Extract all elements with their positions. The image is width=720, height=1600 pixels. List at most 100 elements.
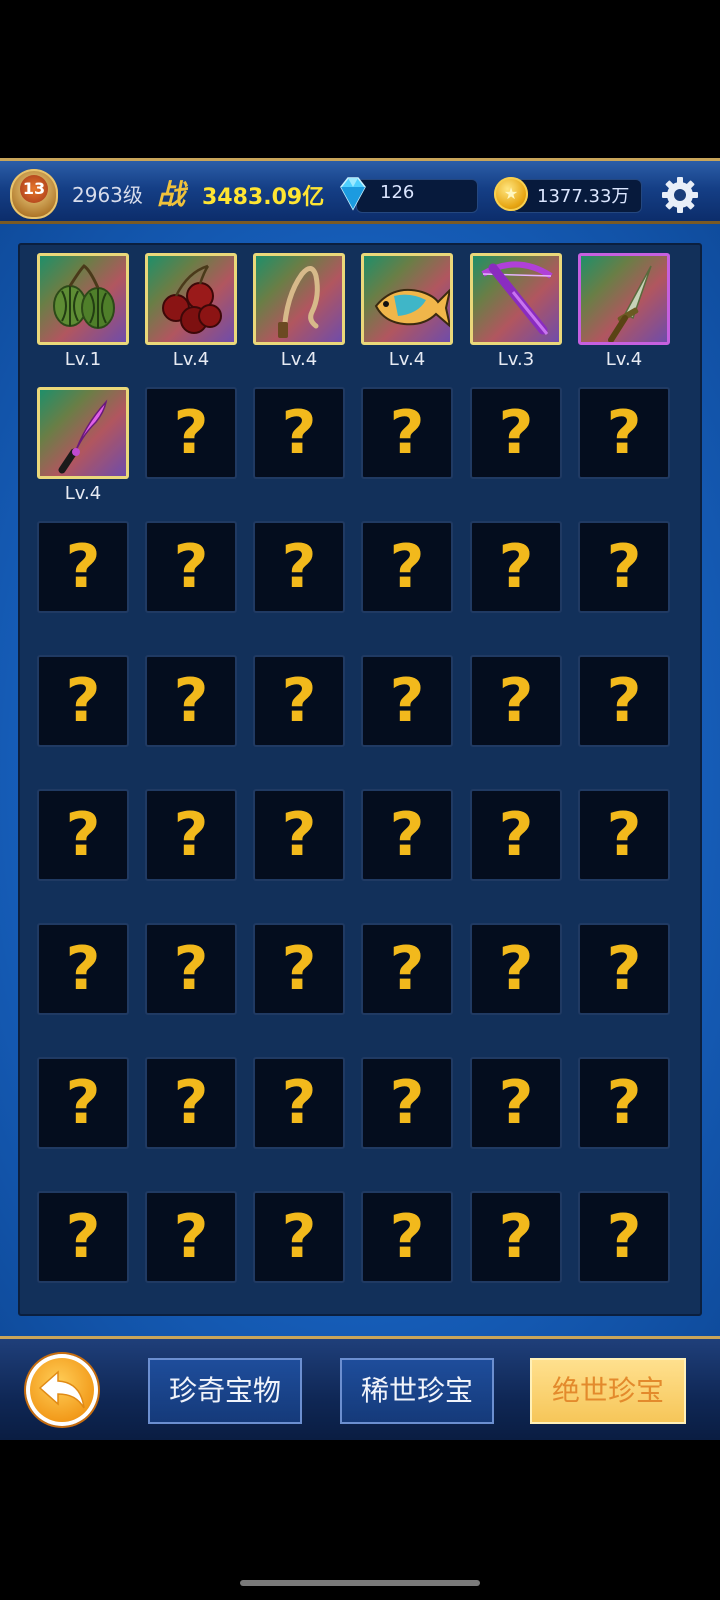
question-mark-icon: ?	[498, 934, 534, 1004]
collection-item-slot[interactable]	[253, 253, 345, 345]
tab-peerless-treasures[interactable]: 绝世珍宝	[530, 1358, 686, 1424]
locked-item-slot[interactable]: ?	[253, 923, 345, 1015]
gem-counter[interactable]	[356, 179, 478, 213]
locked-item-slot[interactable]: ?	[145, 1191, 237, 1283]
question-mark-icon: ?	[173, 398, 209, 468]
locked-item-slot[interactable]: ?	[578, 655, 670, 747]
item-level-label: Lv.4	[64, 483, 102, 504]
gold-coin-icon: ★	[494, 177, 528, 211]
question-mark-icon: ?	[173, 800, 209, 870]
player-level: 2963级	[72, 183, 143, 207]
cherries-icon	[162, 264, 222, 334]
collection-item-slot[interactable]	[37, 253, 129, 345]
item-level-label: Lv.4	[605, 349, 643, 370]
locked-item-slot[interactable]: ?	[361, 387, 453, 479]
locked-item-slot[interactable]: ?	[37, 789, 129, 881]
rank-badge[interactable]: 13	[6, 167, 62, 221]
curved-knife-icon	[58, 399, 108, 474]
locked-item-slot[interactable]: ?	[578, 1057, 670, 1149]
question-mark-icon: ?	[65, 1202, 101, 1272]
question-mark-icon: ?	[606, 532, 642, 602]
question-mark-icon: ?	[498, 1202, 534, 1272]
coin-count: 1377.33万	[537, 186, 630, 207]
collection-item-slot[interactable]	[470, 253, 562, 345]
locked-item-slot[interactable]: ?	[253, 521, 345, 613]
locked-item-slot[interactable]: ?	[145, 789, 237, 881]
back-arrow-icon	[38, 1370, 85, 1409]
question-mark-icon: ?	[498, 398, 534, 468]
locked-item-slot[interactable]: ?	[361, 655, 453, 747]
locked-item-slot[interactable]: ?	[37, 655, 129, 747]
collection-item-slot[interactable]	[145, 253, 237, 345]
question-mark-icon: ?	[173, 1202, 209, 1272]
dagger-icon	[608, 265, 652, 342]
question-mark-icon: ?	[389, 1068, 425, 1138]
locked-item-slot[interactable]: ?	[253, 387, 345, 479]
locked-item-slot[interactable]: ?	[361, 923, 453, 1015]
top-status-bar: 13 2963级 战 3483.09亿 126 ★ 1377.33万	[0, 158, 720, 224]
question-mark-icon: ?	[281, 398, 317, 468]
locked-item-slot[interactable]: ?	[145, 521, 237, 613]
locked-item-slot[interactable]: ?	[361, 1191, 453, 1283]
locked-item-slot[interactable]: ?	[470, 923, 562, 1015]
question-mark-icon: ?	[389, 934, 425, 1004]
question-mark-icon: ?	[498, 666, 534, 736]
power-value: 3483.09亿	[202, 185, 325, 210]
question-mark-icon: ?	[606, 1202, 642, 1272]
locked-item-slot[interactable]: ?	[470, 387, 562, 479]
gem-count: 126	[380, 182, 415, 203]
question-mark-icon: ?	[498, 532, 534, 602]
tab-precious-treasures[interactable]: 稀世珍宝	[340, 1358, 494, 1424]
locked-item-slot[interactable]: ?	[578, 521, 670, 613]
locked-item-slot[interactable]: ?	[578, 923, 670, 1015]
collection-item-slot[interactable]	[578, 253, 670, 345]
question-mark-icon: ?	[498, 1068, 534, 1138]
tab-rare-treasures[interactable]: 珍奇宝物	[148, 1358, 302, 1424]
question-mark-icon: ?	[173, 666, 209, 736]
locked-item-slot[interactable]: ?	[145, 387, 237, 479]
gooseberry-icon	[53, 264, 115, 329]
locked-item-slot[interactable]: ?	[578, 387, 670, 479]
locked-item-slot[interactable]: ?	[470, 789, 562, 881]
question-mark-icon: ?	[65, 1068, 101, 1138]
locked-item-slot[interactable]: ?	[361, 1057, 453, 1149]
question-mark-icon: ?	[65, 532, 101, 602]
rank-number: 13	[20, 175, 48, 203]
locked-item-slot[interactable]: ?	[361, 521, 453, 613]
locked-item-slot[interactable]: ?	[470, 1191, 562, 1283]
locked-item-slot[interactable]: ?	[578, 789, 670, 881]
locked-item-slot[interactable]: ?	[253, 1191, 345, 1283]
question-mark-icon: ?	[389, 532, 425, 602]
locked-item-slot[interactable]: ?	[470, 655, 562, 747]
locked-item-slot[interactable]: ?	[470, 521, 562, 613]
back-button[interactable]	[26, 1354, 98, 1426]
locked-item-slot[interactable]: ?	[37, 521, 129, 613]
locked-item-slot[interactable]: ?	[253, 655, 345, 747]
locked-item-slot[interactable]: ?	[37, 923, 129, 1015]
locked-item-slot[interactable]: ?	[145, 655, 237, 747]
home-indicator[interactable]	[240, 1580, 480, 1586]
question-mark-icon: ?	[65, 666, 101, 736]
item-level-label: Lv.1	[64, 349, 102, 370]
locked-item-slot[interactable]: ?	[145, 1057, 237, 1149]
locked-item-slot[interactable]: ?	[253, 1057, 345, 1149]
collection-item-slot[interactable]	[361, 253, 453, 345]
gear-icon[interactable]	[660, 175, 700, 215]
question-mark-icon: ?	[173, 934, 209, 1004]
question-mark-icon: ?	[606, 666, 642, 736]
fish-icon	[374, 288, 450, 328]
question-mark-icon: ?	[389, 800, 425, 870]
locked-item-slot[interactable]: ?	[361, 789, 453, 881]
locked-item-slot[interactable]: ?	[145, 923, 237, 1015]
crossbow-icon	[481, 261, 553, 335]
locked-item-slot[interactable]: ?	[578, 1191, 670, 1283]
locked-item-slot[interactable]: ?	[37, 1191, 129, 1283]
question-mark-icon: ?	[498, 800, 534, 870]
question-mark-icon: ?	[389, 666, 425, 736]
question-mark-icon: ?	[173, 1068, 209, 1138]
collection-item-slot[interactable]	[37, 387, 129, 479]
locked-item-slot[interactable]: ?	[253, 789, 345, 881]
locked-item-slot[interactable]: ?	[470, 1057, 562, 1149]
question-mark-icon: ?	[281, 1202, 317, 1272]
locked-item-slot[interactable]: ?	[37, 1057, 129, 1149]
